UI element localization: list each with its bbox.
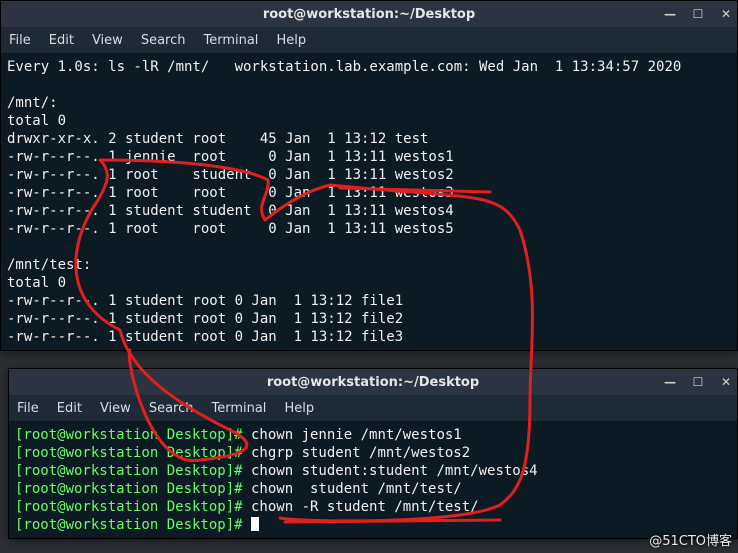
window-controls: — ☐ ✕ [663,369,733,395]
maximize-icon[interactable]: ☐ [691,7,705,21]
terminal-output[interactable]: Every 1.0s: ls -lR /mnt/ workstation.lab… [1,54,737,350]
window-title: root@workstation:~/Desktop [267,375,479,390]
cursor [251,517,259,531]
shell-command: chown student /mnt/test/ [243,481,462,497]
shell-prompt: [root@workstation Desktop]# [15,463,243,479]
minimize-icon[interactable]: — [663,375,677,389]
menubar: File Edit View Search Terminal Help [1,27,737,54]
maximize-icon[interactable]: ☐ [691,375,705,389]
menu-file[interactable]: File [17,401,39,416]
terminal-output[interactable]: [root@workstation Desktop]# chown jennie… [9,422,737,538]
shell-prompt: [root@workstation Desktop]# [15,517,243,533]
terminal-window-1: root@workstation:~/Desktop — ☐ ✕ File Ed… [0,0,738,351]
menu-edit[interactable]: Edit [57,401,82,416]
minimize-icon[interactable]: — [663,7,677,21]
menu-help[interactable]: Help [276,33,306,48]
menu-help[interactable]: Help [284,401,314,416]
menu-search[interactable]: Search [149,401,194,416]
titlebar[interactable]: root@workstation:~/Desktop — ☐ ✕ [9,369,737,395]
shell-prompt: [root@workstation Desktop]# [15,481,243,497]
menu-edit[interactable]: Edit [49,33,74,48]
titlebar[interactable]: root@workstation:~/Desktop — ☐ ✕ [1,1,737,27]
shell-command: chown student:student /mnt/westos4 [243,463,538,479]
shell-prompt: [root@workstation Desktop]# [15,499,243,515]
window-controls: — ☐ ✕ [663,1,733,27]
shell-command [243,517,251,533]
window-title: root@workstation:~/Desktop [263,7,475,22]
menubar: File Edit View Search Terminal Help [9,395,737,422]
shell-prompt: [root@workstation Desktop]# [15,427,243,443]
menu-terminal[interactable]: Terminal [211,401,266,416]
menu-search[interactable]: Search [141,33,186,48]
shell-command: chown -R student /mnt/test/ [243,499,479,515]
menu-file[interactable]: File [9,33,31,48]
shell-command: chgrp student /mnt/westos2 [243,445,471,461]
close-icon[interactable]: ✕ [719,375,733,389]
shell-prompt: [root@workstation Desktop]# [15,445,243,461]
menu-view[interactable]: View [100,401,131,416]
close-icon[interactable]: ✕ [719,7,733,21]
menu-view[interactable]: View [92,33,123,48]
menu-terminal[interactable]: Terminal [203,33,258,48]
watermark: @51CTO博客 [649,530,732,549]
shell-command: chown jennie /mnt/westos1 [243,427,462,443]
terminal-window-2: root@workstation:~/Desktop — ☐ ✕ File Ed… [8,368,738,539]
